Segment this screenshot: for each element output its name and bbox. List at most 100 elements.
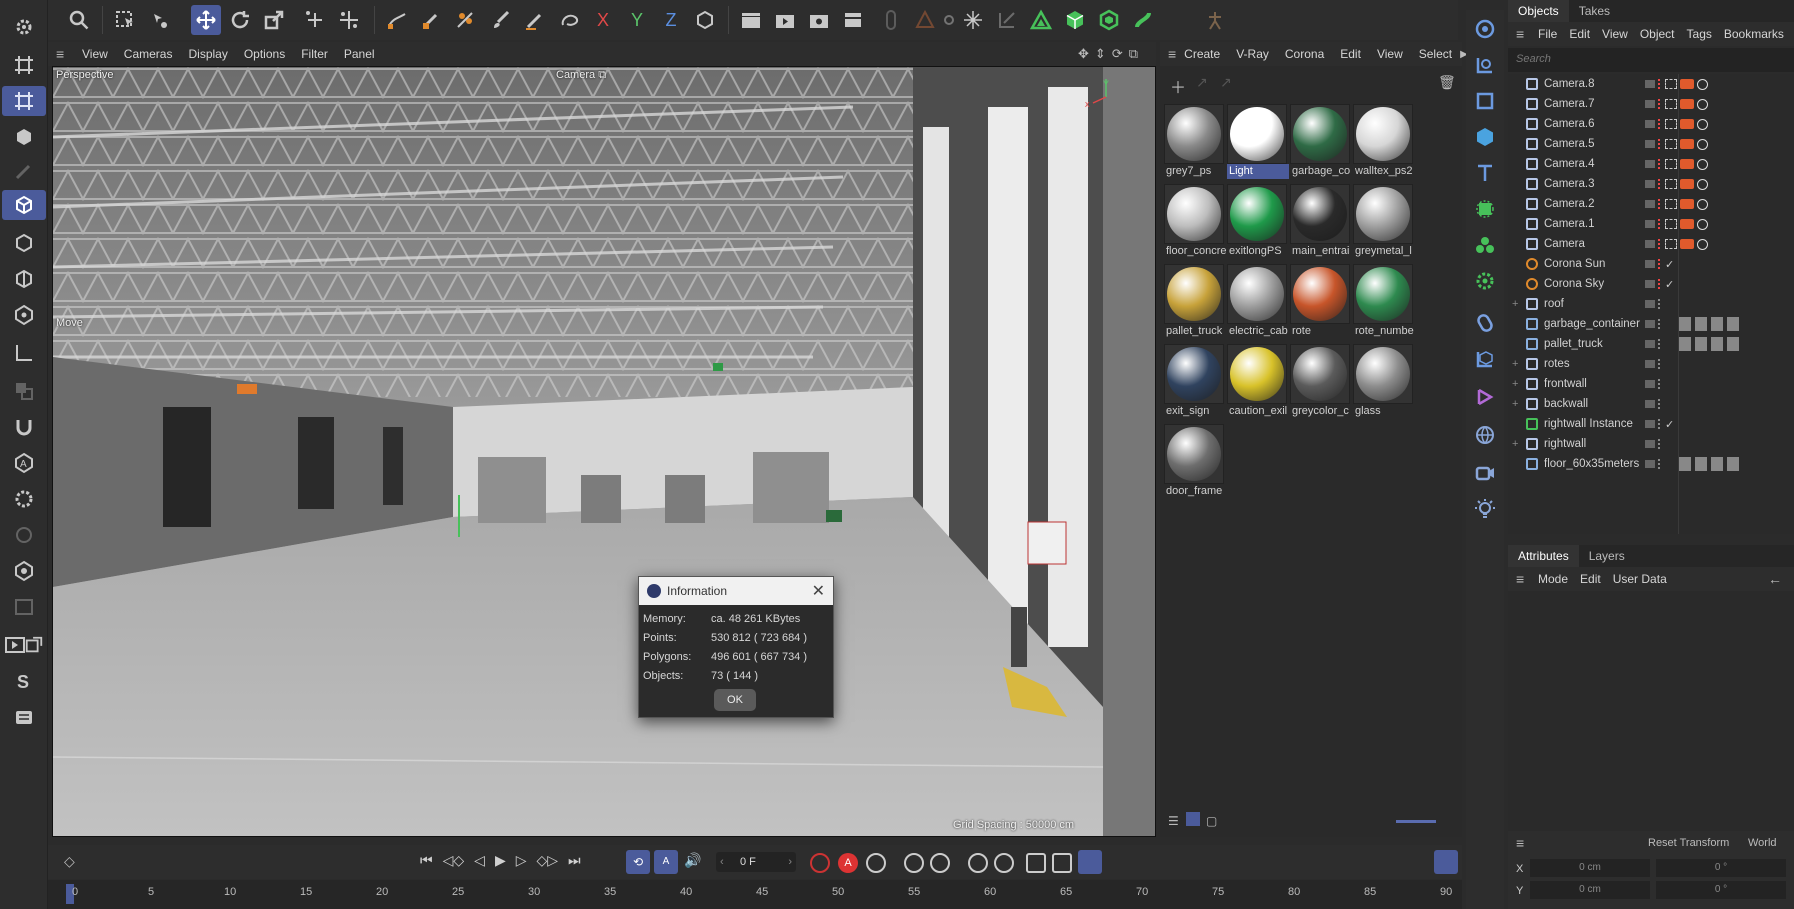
next-key-icon[interactable]: ◇▷ [537, 852, 559, 869]
tab-layers[interactable]: Layers [1579, 545, 1635, 567]
camera-palette-icon[interactable] [1470, 458, 1500, 488]
autokey-mode-icon[interactable]: A [654, 850, 678, 874]
layer-icon[interactable] [1645, 260, 1655, 268]
material-thumbnail[interactable]: main_entrai [1290, 184, 1352, 262]
field-icon[interactable] [1470, 308, 1500, 338]
protection-tag-icon[interactable] [1665, 119, 1677, 129]
disabled-icon[interactable] [1697, 138, 1708, 150]
layer-icon[interactable] [1645, 220, 1655, 228]
scene-icon[interactable] [1470, 344, 1500, 374]
light-icon[interactable] [1470, 494, 1500, 524]
enabled-check-icon[interactable]: ✓ [1665, 258, 1674, 271]
menu-edit[interactable]: Edit [1563, 27, 1596, 41]
object-row[interactable]: Camera.7 [1508, 94, 1794, 114]
rotate-tool-icon[interactable] [225, 5, 255, 35]
protection-tag-icon[interactable] [1665, 239, 1677, 249]
disabled-icon[interactable] [1697, 238, 1708, 250]
objects-hamburger-icon[interactable]: ≡ [1508, 26, 1532, 42]
layout-icon[interactable] [1470, 14, 1500, 44]
material-thumbnail[interactable]: grey7_ps [1164, 104, 1226, 182]
brush-icon[interactable] [486, 5, 516, 35]
menu-view[interactable]: View [1596, 27, 1634, 41]
axis-z-lock[interactable]: Z [656, 5, 686, 35]
visibility-dots-icon[interactable] [1658, 219, 1662, 229]
disabled-icon[interactable] [1697, 218, 1708, 230]
object-row[interactable]: floor_60x35meters [1508, 454, 1794, 474]
axis-icon[interactable] [9, 338, 39, 368]
attributes-hamburger-icon[interactable]: ≡ [1508, 571, 1532, 587]
object-row[interactable]: Camera.8 [1508, 74, 1794, 94]
material-thumbnail[interactable]: greycolor_c [1290, 344, 1352, 422]
protection-tag-icon[interactable] [1665, 159, 1677, 169]
layer-icon[interactable] [1645, 400, 1655, 408]
visibility-dots-icon[interactable] [1658, 439, 1662, 449]
texture-tags-icon[interactable] [1679, 317, 1739, 331]
subdivision-icon[interactable] [1094, 5, 1124, 35]
layer-icon[interactable] [1645, 140, 1655, 148]
layer-icon[interactable] [1645, 460, 1655, 468]
snap-grid-icon[interactable] [2, 86, 46, 116]
layer-icon[interactable] [1645, 180, 1655, 188]
sound-icon[interactable]: 🔊 [684, 852, 701, 869]
back-arrow-icon[interactable]: ← [1768, 571, 1782, 587]
go-to-end-icon[interactable]: ⏭ [568, 852, 581, 869]
grid-view-icon[interactable] [1186, 812, 1200, 826]
interpolation-icon[interactable] [1078, 850, 1102, 874]
visibility-dots-icon[interactable] [1658, 379, 1662, 389]
grid-icon[interactable] [9, 50, 39, 80]
menu-mode[interactable]: Mode [1532, 572, 1574, 586]
menu-edit[interactable]: Edit [1332, 47, 1369, 61]
material-thumbnail[interactable]: floor_concre [1164, 184, 1226, 262]
render-settings-icon[interactable]: S [9, 666, 39, 696]
camera-tag-icon[interactable] [1680, 139, 1694, 149]
visibility-dots-icon[interactable] [1658, 419, 1662, 429]
visibility-dots-icon[interactable] [1658, 119, 1662, 129]
visibility-dots-icon[interactable] [1658, 179, 1662, 189]
spline-smooth-icon[interactable] [450, 5, 480, 35]
snap-settings-icon[interactable] [9, 484, 39, 514]
camera-tag-icon[interactable] [1680, 79, 1694, 89]
key-position-icon[interactable] [904, 853, 924, 873]
layer-icon[interactable] [1645, 300, 1655, 308]
object-row[interactable]: garbage_container [1508, 314, 1794, 334]
view-settings-icon[interactable] [9, 556, 39, 586]
menu-corona[interactable]: Corona [1277, 47, 1332, 61]
visibility-dots-icon[interactable] [1658, 299, 1662, 309]
current-frame-field[interactable]: ‹ 0 F › [716, 852, 796, 872]
key-pla-icon[interactable] [1026, 853, 1046, 873]
render-queue-icon[interactable] [838, 5, 868, 35]
visibility-dots-icon[interactable] [1658, 159, 1662, 169]
menu-object[interactable]: Object [1634, 27, 1681, 41]
layer-icon[interactable] [1645, 380, 1655, 388]
play-icon[interactable]: ▶ [495, 852, 506, 869]
visibility-dots-icon[interactable] [1658, 259, 1662, 269]
move-tool-icon[interactable] [191, 5, 221, 35]
generator-icon[interactable] [1470, 194, 1500, 224]
object-row[interactable]: Camera.1 [1508, 214, 1794, 234]
go-to-start-icon[interactable]: ⏮ [420, 852, 433, 869]
render-picture-viewer-icon[interactable] [24, 630, 44, 660]
menu-cameras[interactable]: Cameras [116, 47, 181, 61]
camera-tag-icon[interactable] [1680, 99, 1694, 109]
menu-file[interactable]: File [1532, 27, 1563, 41]
object-row[interactable]: + frontwall [1508, 374, 1794, 394]
material-thumbnail[interactable]: exit_sign [1164, 344, 1226, 422]
points-mode-icon[interactable] [9, 228, 39, 258]
enabled-check-icon[interactable]: ✓ [1665, 278, 1674, 291]
object-row[interactable]: Camera.3 [1508, 174, 1794, 194]
timeline-settings-icon[interactable] [1052, 853, 1072, 873]
object-row[interactable]: + backwall [1508, 394, 1794, 414]
visibility-dots-icon[interactable] [1658, 239, 1662, 249]
enabled-check-icon[interactable]: ✓ [1665, 418, 1674, 431]
visibility-dots-icon[interactable] [1658, 399, 1662, 409]
layer-icon[interactable] [1645, 120, 1655, 128]
disabled-icon[interactable] [1697, 158, 1708, 170]
material-thumbnail[interactable]: Light [1227, 104, 1289, 182]
object-row[interactable]: Camera.5 [1508, 134, 1794, 154]
camera-label[interactable]: Camera ⧉ [556, 69, 606, 82]
protection-tag-icon[interactable] [1665, 219, 1677, 229]
object-row[interactable]: Camera.4 [1508, 154, 1794, 174]
camera-tag-icon[interactable] [1680, 179, 1694, 189]
thumbnail-size-slider[interactable] [1396, 820, 1436, 823]
layer-icon[interactable] [1645, 320, 1655, 328]
